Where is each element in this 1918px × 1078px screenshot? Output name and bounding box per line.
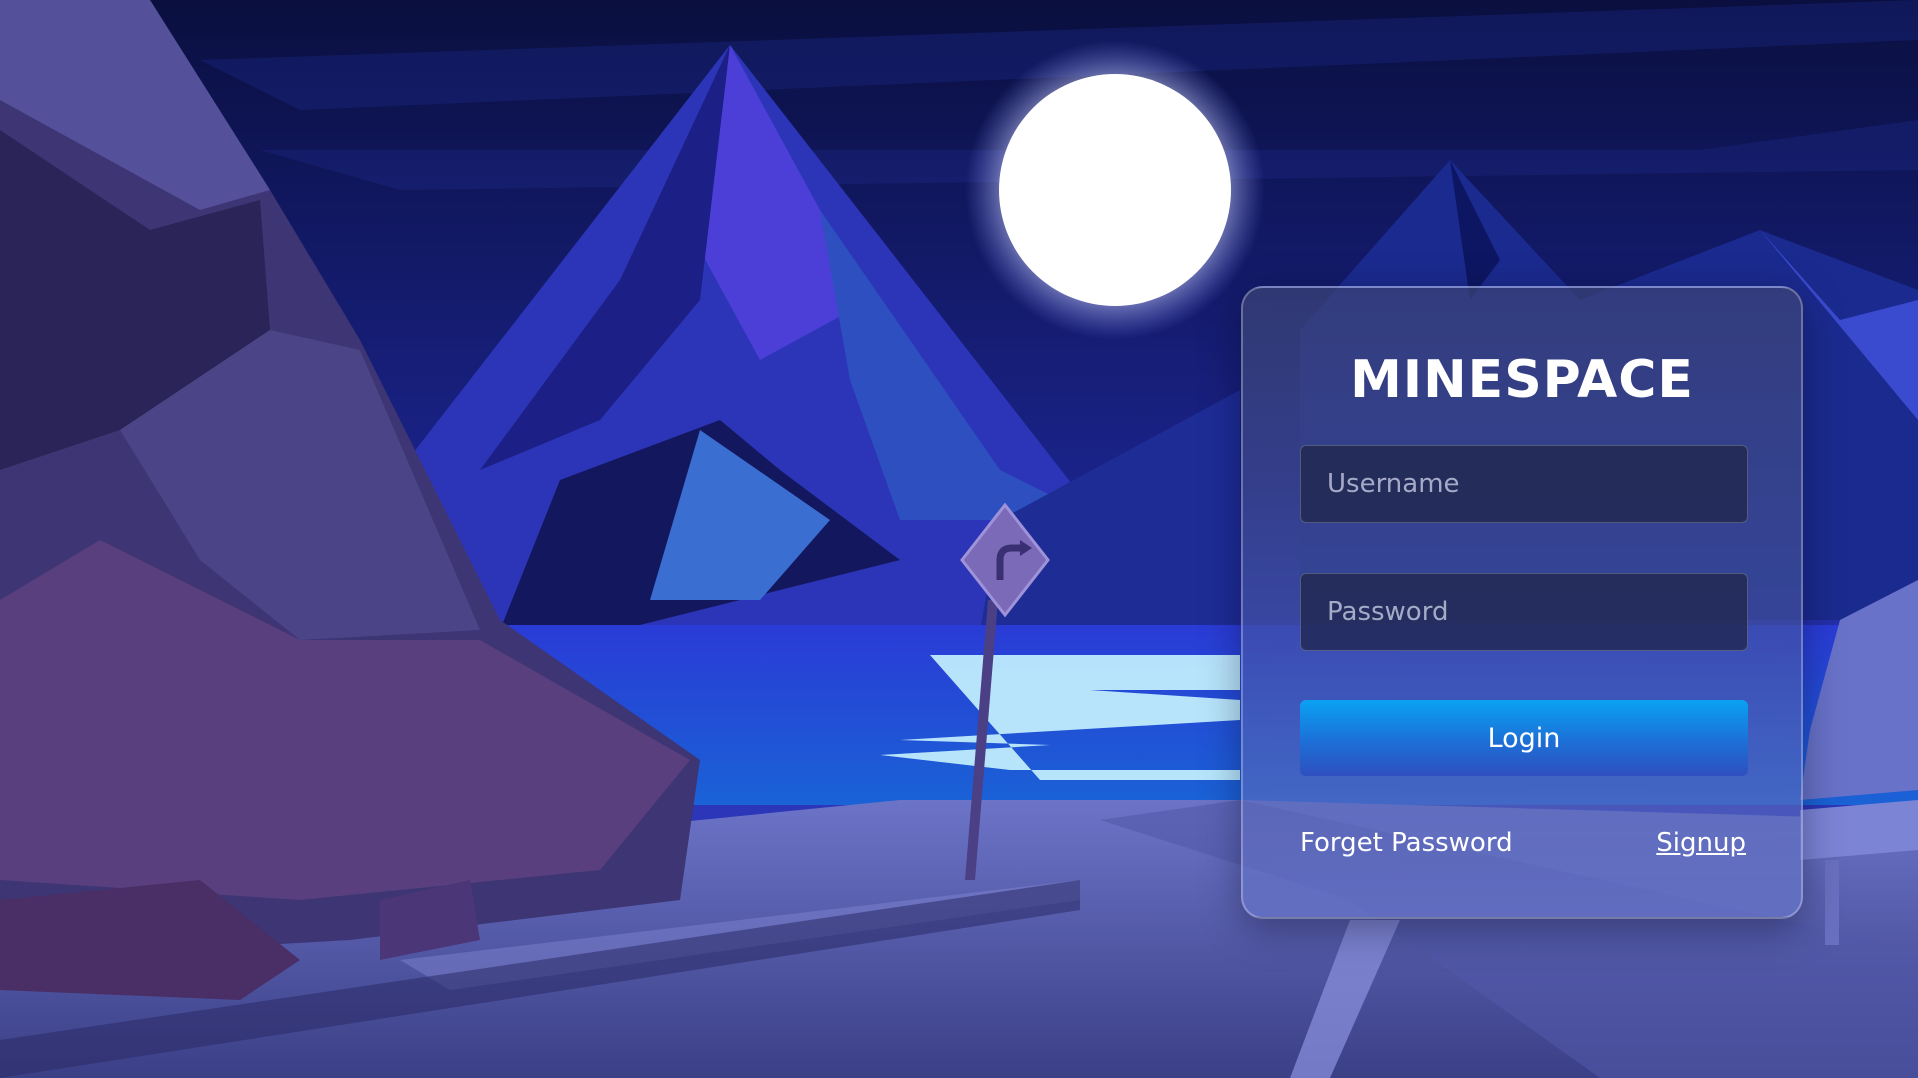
login-button[interactable]: Login (1300, 700, 1748, 776)
login-card: MINESPACE Login Forget Password Signup (1241, 286, 1803, 919)
forgot-password-link[interactable]: Forget Password (1300, 828, 1513, 858)
password-input[interactable] (1300, 573, 1748, 651)
app-title: MINESPACE (1350, 350, 1694, 410)
username-input[interactable] (1300, 445, 1748, 523)
signup-link[interactable]: Signup (1656, 828, 1746, 858)
moon-icon (965, 40, 1265, 340)
